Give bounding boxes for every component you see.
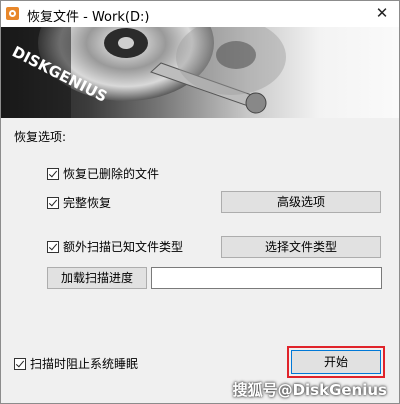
start-button[interactable]: 开始 xyxy=(291,350,381,374)
prevent-sleep-label: 扫描时阻止系统睡眠 xyxy=(30,357,139,371)
close-icon[interactable]: ✕ xyxy=(365,1,399,27)
full-recover-checkbox[interactable] xyxy=(47,196,59,209)
full-recover-label: 完整恢复 xyxy=(63,196,112,210)
title-bar: 恢复文件 - Work(D:) ✕ xyxy=(1,1,399,27)
prevent-sleep-option[interactable]: 扫描时阻止系统睡眠 xyxy=(14,355,138,372)
select-file-types-button[interactable]: 选择文件类型 xyxy=(221,236,381,258)
watermark: 搜狐号@DiskGenius xyxy=(232,381,387,399)
scan-progress-path-field[interactable] xyxy=(151,267,382,289)
full-recover-option[interactable]: 完整恢复 xyxy=(47,194,111,211)
recover-deleted-label: 恢复已删除的文件 xyxy=(63,167,160,181)
extra-scan-checkbox[interactable] xyxy=(47,240,59,253)
recover-options-label: 恢复选项: xyxy=(14,130,67,144)
recover-deleted-checkbox[interactable] xyxy=(47,167,59,180)
load-scan-progress-button[interactable]: 加载扫描进度 xyxy=(47,267,147,289)
window-title: 恢复文件 - Work(D:) xyxy=(27,10,150,25)
recover-deleted-option[interactable]: 恢复已删除的文件 xyxy=(47,165,159,182)
diskgenius-banner: DISKGENIUS xyxy=(1,27,399,118)
extra-scan-label: 额外扫描已知文件类型 xyxy=(63,240,184,254)
prevent-sleep-checkbox[interactable] xyxy=(14,357,26,370)
diskgenius-app-icon xyxy=(6,7,19,20)
advanced-options-button[interactable]: 高级选项 xyxy=(221,191,381,213)
hard-disk-illustration: DISKGENIUS xyxy=(1,27,286,118)
recover-files-window: 恢复文件 - Work(D:) ✕ DISKGENIUS 恢复选项: 恢复已删除… xyxy=(0,0,400,404)
extra-scan-option[interactable]: 额外扫描已知文件类型 xyxy=(47,238,183,255)
